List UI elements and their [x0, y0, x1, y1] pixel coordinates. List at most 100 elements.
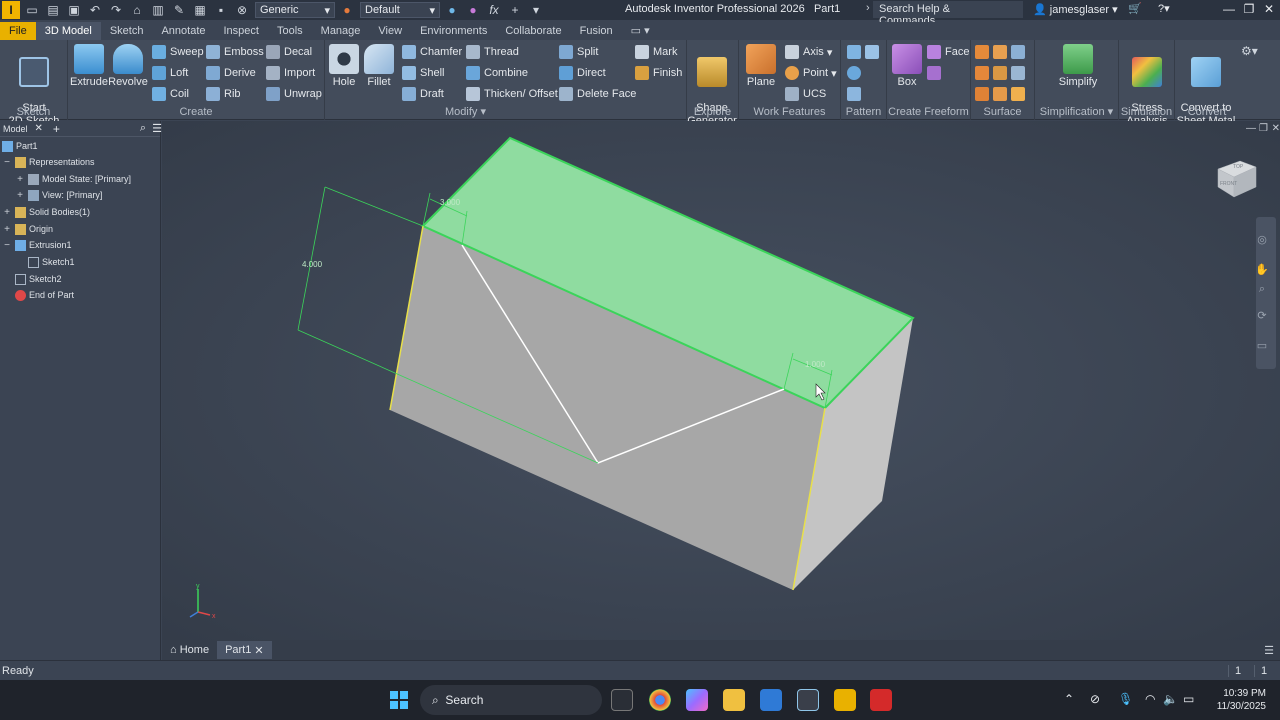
customize-icon[interactable]: ▾: [527, 1, 545, 19]
ribbon-options-icon[interactable]: ⚙▾: [1241, 44, 1258, 58]
rect-pattern-button[interactable]: [847, 43, 883, 61]
close-icon[interactable]: ✕: [1258, 2, 1280, 16]
volume-icon[interactable]: 🔈: [1163, 692, 1178, 706]
copilot-icon[interactable]: [686, 689, 708, 711]
tab-file[interactable]: File: [0, 22, 36, 40]
snipping-tool-icon[interactable]: [797, 689, 819, 711]
collapse-icon[interactable]: −: [2, 240, 12, 251]
tab-home[interactable]: ⌂ Home: [162, 641, 217, 659]
combine-button[interactable]: Combine: [466, 64, 528, 82]
hole-button[interactable]: Hole: [329, 44, 359, 89]
save-icon[interactable]: ▣: [65, 1, 83, 19]
home-icon[interactable]: ⌂: [128, 1, 146, 19]
cancel-icon[interactable]: ⊗: [233, 1, 251, 19]
look-at-icon[interactable]: ▭: [1254, 339, 1270, 355]
zoom-icon[interactable]: ⌕: [1254, 283, 1270, 299]
task-view-icon[interactable]: [611, 689, 633, 711]
undo-icon[interactable]: ↶: [86, 1, 104, 19]
store-icon[interactable]: [760, 689, 782, 711]
plane-button[interactable]: Plane: [743, 44, 779, 89]
loft-button[interactable]: Loft: [152, 64, 188, 82]
help-icon[interactable]: ?▾: [1158, 2, 1170, 15]
tree-item-model-state[interactable]: + Model State: [Primary]: [15, 171, 131, 187]
help-search-input[interactable]: Search Help & Commands...: [873, 1, 1023, 27]
chamfer-button[interactable]: Chamfer: [402, 43, 462, 61]
tree-item-sketch1[interactable]: Sketch1: [28, 254, 75, 270]
windows-start-icon[interactable]: [388, 689, 410, 711]
dimension-label-1[interactable]: 1.000: [805, 360, 826, 369]
dimension-label-3[interactable]: 3.000: [440, 198, 461, 207]
sweep-button[interactable]: Sweep: [152, 43, 204, 61]
shell-button[interactable]: Shell: [402, 64, 444, 82]
redo-icon[interactable]: ↷: [107, 1, 125, 19]
inventor-taskbar-icon[interactable]: [834, 689, 856, 711]
coil-button[interactable]: Coil: [152, 85, 189, 103]
modify-panel-label[interactable]: Modify ▾: [325, 105, 606, 118]
tree-item-view[interactable]: + View: [Primary]: [15, 187, 102, 203]
surface-row2[interactable]: [975, 64, 1029, 82]
expand-icon[interactable]: +: [2, 224, 12, 235]
surface-row1[interactable]: [975, 43, 1029, 61]
direct-button[interactable]: Direct: [559, 64, 606, 82]
tabs-menu-icon[interactable]: ☰: [1264, 644, 1274, 657]
appearance-icon[interactable]: ●: [443, 1, 461, 19]
sketch-pattern-button[interactable]: [847, 85, 865, 103]
clear-appearance-icon[interactable]: ●: [464, 1, 482, 19]
user-account[interactable]: 👤 jamesglaser ▾: [1033, 3, 1118, 16]
browser-tab-model[interactable]: Model: [0, 124, 31, 134]
finish-button[interactable]: Finish: [635, 64, 682, 82]
search-icon[interactable]: ⌕: [140, 122, 146, 135]
update-icon[interactable]: ✎: [170, 1, 188, 19]
appearance-select[interactable]: Generic ▾: [255, 2, 335, 18]
viewcube[interactable]: TOP FRONT: [1214, 155, 1260, 201]
tree-item-sketch2[interactable]: Sketch2: [15, 271, 62, 287]
tab-manage[interactable]: Manage: [312, 22, 370, 40]
tab-inspect[interactable]: Inspect: [215, 22, 268, 40]
freeform-convert-button[interactable]: [927, 64, 945, 82]
import-button[interactable]: Import: [266, 64, 315, 82]
inventor-logo[interactable]: I: [2, 1, 20, 19]
tab-tools[interactable]: Tools: [268, 22, 312, 40]
tree-item-end-of-part[interactable]: End of Part: [15, 287, 74, 303]
battery-icon[interactable]: ▭: [1183, 692, 1194, 706]
simplification-panel-label[interactable]: Simplification ▾: [1035, 105, 1118, 118]
tree-item-representations[interactable]: − Representations: [2, 154, 95, 170]
taskbar-clock[interactable]: 10:39 PM 11/30/2025: [1206, 687, 1266, 713]
tree-item-origin[interactable]: + Origin: [2, 221, 53, 237]
split-button[interactable]: Split: [559, 43, 598, 61]
point-button[interactable]: Point ▾: [785, 64, 837, 82]
simplify-button[interactable]: Simplify: [1055, 44, 1101, 89]
menu-icon[interactable]: ☰: [152, 122, 162, 135]
minimize-icon[interactable]: —: [1218, 2, 1240, 16]
taskbar-search[interactable]: ⌕ Search: [420, 685, 602, 715]
graphics-viewport[interactable]: 3.000 4.000 1.000 y x TOP FRONT ◎ ✋ ⌕ ⟳ …: [162, 121, 1280, 640]
orbit-icon[interactable]: ⟳: [1254, 309, 1270, 325]
material-select[interactable]: Default ▾: [360, 2, 440, 18]
tab-annotate[interactable]: Annotate: [152, 22, 214, 40]
circ-pattern-button[interactable]: [847, 64, 865, 82]
extrude-button[interactable]: Extrude: [70, 44, 108, 89]
wifi-icon[interactable]: ◠: [1145, 692, 1155, 706]
steering-wheel-icon[interactable]: ◎: [1254, 233, 1270, 249]
thread-button[interactable]: Thread: [466, 43, 519, 61]
pan-icon[interactable]: ✋: [1254, 263, 1270, 279]
draft-button[interactable]: Draft: [402, 85, 444, 103]
select-icon[interactable]: ▦: [191, 1, 209, 19]
tree-item-extrusion1[interactable]: − Extrusion1: [2, 237, 72, 253]
emboss-button[interactable]: Emboss: [206, 43, 264, 61]
model-canvas[interactable]: 3.000 4.000 1.000 y x: [162, 121, 1280, 640]
microphone-icon[interactable]: 🎙: [1118, 692, 1133, 706]
dimension-label-4[interactable]: 4.000: [302, 260, 323, 269]
viewport-close-icon[interactable]: ✕: [1272, 123, 1280, 134]
fillet-button[interactable]: Fillet: [363, 44, 395, 89]
tab-environments[interactable]: Environments: [411, 22, 496, 40]
box-button[interactable]: Box: [891, 44, 923, 89]
cart-icon[interactable]: 🛒: [1128, 2, 1142, 15]
open-folder-icon[interactable]: ▤: [44, 1, 62, 19]
maximize-icon[interactable]: ❐: [1238, 2, 1260, 16]
tab-fusion[interactable]: Fusion: [571, 22, 622, 40]
tab-collaborate[interactable]: Collaborate: [496, 22, 570, 40]
face-button[interactable]: Face: [927, 43, 969, 61]
close-icon[interactable]: ✕: [35, 123, 43, 134]
delete-face-button[interactable]: Delete Face: [559, 85, 636, 103]
